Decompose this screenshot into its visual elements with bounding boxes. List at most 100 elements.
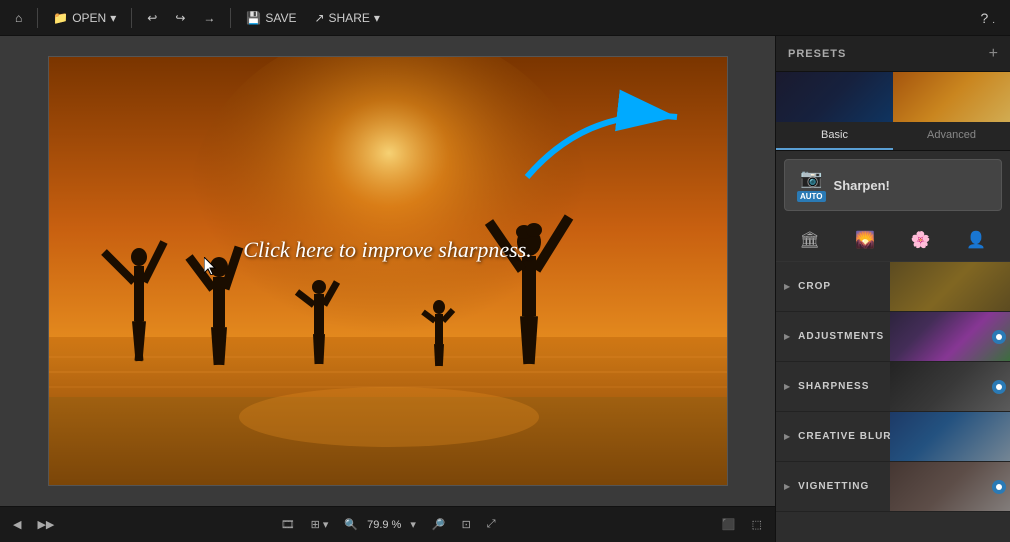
open-label: OPEN	[72, 11, 106, 25]
tab-basic[interactable]: Basic	[776, 122, 893, 150]
grid-arrow-icon: ▾	[323, 518, 329, 531]
person-icon: 👤	[966, 230, 986, 250]
open-arrow-icon: ▾	[110, 11, 116, 25]
add-preset-button[interactable]: +	[989, 46, 998, 62]
right-arrow-button[interactable]: ▶▶	[32, 516, 59, 533]
redo-fwd-button[interactable]: →	[196, 8, 222, 28]
thumbnail-2[interactable]	[893, 72, 1010, 122]
creative-blur-arrow-icon: ▶	[776, 432, 798, 441]
compare-button[interactable]: ⬚	[747, 516, 767, 533]
adjustments-badge	[992, 330, 1006, 344]
save-button[interactable]: 💾 SAVE	[239, 8, 303, 28]
vignetting-section[interactable]: ▶ VIGNETTING	[776, 462, 1010, 512]
export-button[interactable]: ⬛	[717, 516, 741, 533]
sharpness-badge-dot	[996, 384, 1002, 390]
sharpen-label: Sharpen!	[834, 178, 890, 193]
adjustments-section[interactable]: ▶ ADJUSTMENTS	[776, 312, 1010, 362]
bottom-bar: ◀ ▶▶ 🎞 ⊞ ▾ 🔍 79.9 % ▾	[0, 506, 775, 542]
undo-icon: ↩	[147, 11, 157, 25]
person-icon-button[interactable]: 👤	[951, 223, 1003, 257]
grid-icon: ⊞	[311, 518, 320, 531]
share-button[interactable]: ↗ SHARE ▾	[307, 8, 386, 28]
share-label: SHARE	[329, 11, 370, 25]
adjustments-arrow-icon: ▶	[776, 332, 798, 341]
main-area: Click here to improve sharpness. ◀ ▶▶ 🎞	[0, 36, 1010, 542]
sharpness-arrow-icon: ▶	[776, 382, 798, 391]
share-icon: ↗	[314, 11, 324, 25]
vignetting-badge-dot	[996, 484, 1002, 490]
icon-row: 🏛 🌄 🌸 👤	[776, 219, 1010, 262]
adjustments-label: ADJUSTMENTS	[798, 331, 992, 342]
help-icon: ?	[981, 10, 989, 26]
zoom-in-button[interactable]: 🔎	[427, 516, 451, 533]
fit-icon: ⊡	[462, 518, 471, 531]
fullscreen-icon: ⤢	[487, 518, 496, 531]
left-arrow-button[interactable]: ◀	[8, 516, 26, 533]
auto-badge: AUTO	[797, 191, 826, 202]
undo-button[interactable]: ↩	[140, 8, 164, 28]
tab-advanced[interactable]: Advanced	[893, 122, 1010, 150]
building-icon-button[interactable]: 🏛	[784, 223, 836, 257]
creative-blur-section[interactable]: ▶ CREATIVE BLUR	[776, 412, 1010, 462]
canvas-wrapper[interactable]: Click here to improve sharpness.	[0, 36, 775, 506]
crop-arrow-icon: ▶	[776, 282, 798, 291]
separator-2	[131, 8, 132, 28]
crop-section[interactable]: ▶ CROP	[776, 262, 1010, 312]
export-icon: ⬛	[722, 518, 736, 531]
save-label: SAVE	[265, 11, 296, 25]
filmstrip-button[interactable]: 🎞	[276, 516, 300, 533]
sharpen-button[interactable]: 📷 AUTO Sharpen!	[784, 159, 1002, 211]
save-icon: 💾	[246, 11, 261, 25]
home-icon: ⌂	[15, 11, 22, 25]
panel-tabs: Basic Advanced	[776, 122, 1010, 151]
sharpen-icon-wrap: 📷 AUTO	[797, 168, 826, 202]
photo-canvas[interactable]: Click here to improve sharpness.	[48, 56, 728, 486]
presets-label: PRESETS	[788, 48, 846, 60]
zoom-arrow-icon: ▾	[410, 518, 416, 531]
right-arrow-icon: ▶▶	[37, 518, 54, 531]
sharpness-section[interactable]: ▶ SHARPNESS	[776, 362, 1010, 412]
separator-3	[230, 8, 231, 28]
landscape-icon: 🌄	[855, 230, 875, 250]
flower-icon-button[interactable]: 🌸	[895, 223, 947, 257]
flower-icon: 🌸	[911, 230, 931, 250]
canvas-area: Click here to improve sharpness. ◀ ▶▶ 🎞	[0, 36, 775, 542]
folder-icon: 📁	[53, 11, 68, 25]
fit-button[interactable]: ⊡	[457, 516, 476, 533]
vignetting-arrow-icon: ▶	[776, 482, 798, 491]
fullscreen-button[interactable]: ⤢	[482, 516, 501, 533]
compare-icon: ⬚	[752, 518, 762, 531]
redo-back-button[interactable]: ↪	[168, 8, 192, 28]
grid-button[interactable]: ⊞ ▾	[306, 516, 334, 533]
help-dot: .	[992, 15, 995, 26]
zoom-out-button[interactable]: 🔍	[339, 516, 363, 533]
zoom-in-icon: 🔎	[432, 518, 446, 531]
share-arrow-icon: ▾	[374, 11, 380, 25]
adjustments-badge-dot	[996, 334, 1002, 340]
separator-1	[37, 8, 38, 28]
filmstrip-icon: 🎞	[281, 518, 295, 531]
thumbnail-strip	[776, 72, 1010, 122]
vignetting-badge	[992, 480, 1006, 494]
landscape-icon-button[interactable]: 🌄	[840, 223, 892, 257]
panel-header: PRESETS +	[776, 36, 1010, 72]
camera-icon: 📷	[800, 168, 822, 189]
zoom-out-icon: 🔍	[344, 518, 358, 531]
zoom-value: 79.9 %	[367, 519, 401, 531]
right-panel: PRESETS + Basic Advanced 📷 AUTO Sharpen!	[775, 36, 1010, 542]
building-icon: 🏛	[800, 230, 820, 250]
open-button[interactable]: 📁 OPEN ▾	[46, 8, 123, 28]
creative-blur-label: CREATIVE BLUR	[798, 431, 1010, 442]
zoom-display: 🔍 79.9 % ▾	[339, 516, 420, 533]
zoom-dropdown-button[interactable]: ▾	[405, 516, 421, 533]
help-button[interactable]: ? .	[974, 7, 1002, 29]
redo-back-icon: ↪	[175, 11, 185, 25]
crop-label: CROP	[798, 281, 1010, 292]
top-toolbar: ⌂ 📁 OPEN ▾ ↩ ↪ → 💾 SAVE ↗ SHARE ▾ ? .	[0, 0, 1010, 36]
thumbnail-1[interactable]	[776, 72, 893, 122]
redo-fwd-icon: →	[203, 11, 215, 25]
home-button[interactable]: ⌂	[8, 8, 29, 28]
left-arrow-icon: ◀	[13, 518, 21, 531]
beach-scene-svg	[49, 57, 728, 486]
sharpness-label: SHARPNESS	[798, 381, 992, 392]
